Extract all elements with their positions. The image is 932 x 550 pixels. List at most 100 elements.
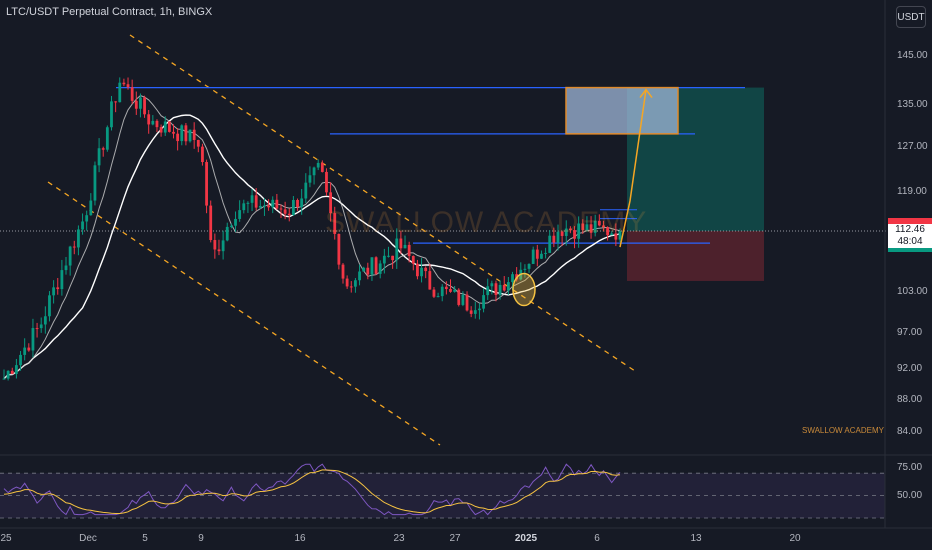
candle-body — [275, 199, 279, 209]
candle-body — [97, 148, 101, 166]
candle-body — [395, 238, 399, 261]
y-tick-label: 135.00 — [897, 99, 928, 111]
candle-body — [391, 255, 395, 261]
x-tick-label: 20 — [789, 533, 801, 544]
candle-body — [387, 255, 390, 257]
y-tick-label: 84.00 — [897, 426, 923, 437]
candle-body — [234, 218, 237, 226]
candle-body — [490, 283, 494, 287]
candle-body — [221, 240, 225, 252]
candle-body — [6, 370, 10, 379]
chart-title: LTC/USDT Perpetual Contract, 1h, BINGX — [6, 6, 213, 18]
candle-body — [279, 208, 283, 210]
candle-body — [101, 148, 105, 150]
candle-body — [424, 267, 428, 272]
candle-body — [436, 296, 440, 298]
candle-body — [416, 263, 419, 277]
candle-body — [19, 354, 22, 366]
price-chart[interactable] — [0, 0, 932, 550]
x-tick-label: 25 — [0, 533, 12, 544]
candle-body — [205, 162, 208, 206]
candle-body — [263, 205, 266, 207]
x-tick-label: 2025 — [514, 533, 538, 544]
candle-body — [465, 294, 469, 311]
x-tick-label: 23 — [393, 533, 405, 544]
candle-body — [81, 221, 84, 230]
loss-zone — [627, 231, 764, 281]
candle-body — [10, 370, 14, 374]
candle-body — [358, 271, 361, 281]
candle-body — [250, 195, 254, 203]
candle-body — [544, 252, 547, 254]
candle-body — [428, 271, 432, 290]
candle-body — [64, 265, 68, 271]
y-tick-label: 88.00 — [897, 393, 923, 405]
candle-body — [31, 328, 35, 351]
rsi-tick-label: 50.00 — [897, 489, 923, 501]
candle-body — [89, 200, 93, 216]
candle-body — [60, 270, 64, 290]
candle-body — [370, 257, 374, 275]
candle-body — [267, 205, 270, 208]
candle-body — [258, 205, 262, 208]
candle-body — [254, 195, 258, 208]
candle-body — [180, 125, 184, 142]
candle-body — [110, 101, 113, 128]
candle-body — [540, 253, 543, 259]
candle-body — [147, 114, 151, 125]
candle-body — [225, 226, 229, 241]
candle-body — [341, 264, 345, 279]
candle-body — [238, 210, 242, 219]
candle-body — [440, 286, 444, 297]
candle-body — [316, 162, 320, 168]
x-tick-label: 27 — [449, 533, 461, 544]
candle-body — [201, 146, 204, 163]
candle-body — [68, 246, 72, 266]
candle-body — [345, 278, 349, 287]
candle-body — [27, 347, 31, 351]
brand-label: SWALLOW ACADEMY — [802, 426, 884, 435]
candle-body — [449, 289, 452, 292]
chart-stage: LTC/USDT Perpetual Contract, 1h, BINGX U… — [0, 0, 932, 550]
candle-body — [77, 229, 80, 248]
x-tick-label: 16 — [294, 533, 306, 544]
candle-body — [209, 205, 213, 241]
candle-body — [93, 165, 97, 201]
candle-body — [151, 120, 155, 125]
candle-body — [312, 167, 316, 176]
candle-body — [196, 139, 200, 147]
candle-body — [39, 324, 43, 329]
candle-body — [482, 295, 485, 309]
candle-body — [469, 310, 473, 314]
candle-body — [2, 378, 6, 380]
bar-countdown: 48:04 — [897, 236, 923, 247]
y-tick-label: 119.00 — [897, 186, 927, 198]
candle-body — [105, 127, 109, 150]
candle-body — [43, 316, 47, 325]
candle-body — [139, 97, 142, 109]
breakout-highlight — [512, 272, 536, 307]
candle-body — [163, 121, 167, 133]
candle-body — [167, 121, 171, 132]
candle-body — [296, 199, 299, 207]
candle-body — [494, 283, 498, 295]
candle-body — [498, 284, 502, 295]
candle-body — [291, 199, 295, 216]
candle-body — [535, 249, 539, 259]
candle-body — [478, 308, 481, 311]
candle-body — [473, 310, 477, 314]
ma-slow-line — [3, 114, 621, 380]
candle-body — [246, 202, 250, 204]
currency-button[interactable]: USDT — [896, 6, 926, 28]
candle-body — [304, 182, 308, 199]
candle-body — [531, 249, 535, 264]
candle-body — [72, 246, 76, 248]
candle-body — [403, 244, 407, 249]
candle-body — [213, 240, 217, 250]
y-tick-label: 92.00 — [897, 363, 923, 375]
candle-body — [118, 82, 122, 103]
candle-body — [130, 87, 134, 101]
candle-body — [172, 131, 175, 134]
candle-body — [35, 328, 39, 330]
candle-body — [159, 127, 163, 133]
